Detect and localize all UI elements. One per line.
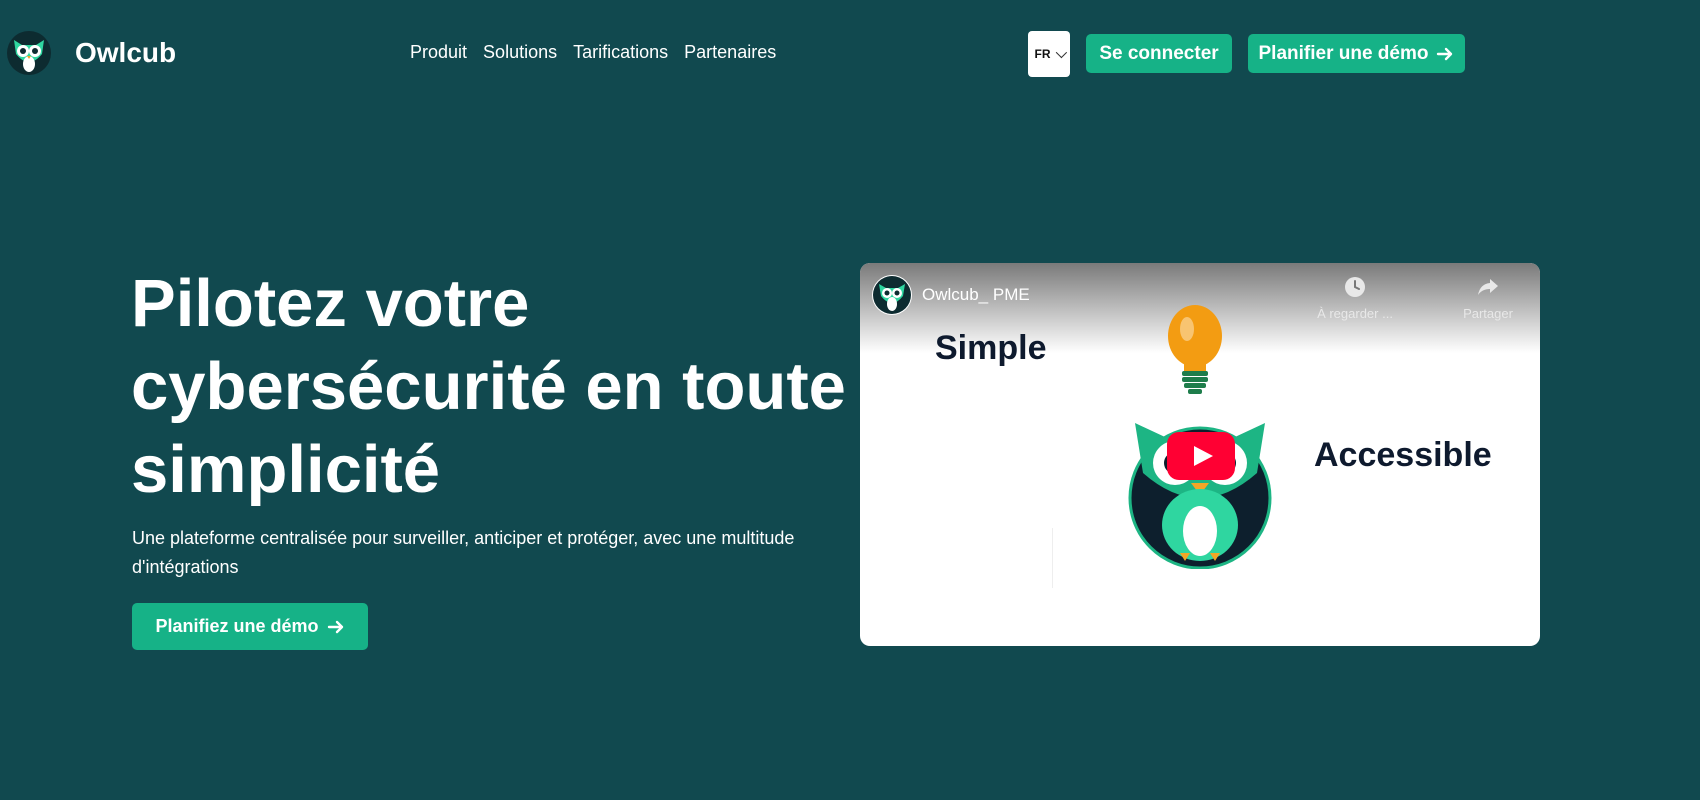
login-label: Se connecter [1099, 42, 1219, 64]
share-label: Partager [1463, 306, 1513, 321]
language-select[interactable]: FR [1028, 31, 1070, 77]
nav-item-produit[interactable]: Produit [410, 42, 467, 63]
arrow-right-icon [327, 620, 343, 633]
nav-item-solutions[interactable]: Solutions [483, 42, 557, 63]
brand-name[interactable]: Owlcub [75, 37, 176, 69]
hero-subtitle: Une plateforme centralisée pour surveill… [132, 528, 795, 577]
channel-title[interactable]: Owlcub_ PME [922, 285, 1030, 305]
schedule-demo-label: Planifier une démo [1258, 42, 1429, 64]
chevron-down-icon [1055, 46, 1067, 59]
arrow-right-icon [1437, 47, 1453, 60]
video-word-simple: Simple [935, 329, 1047, 367]
lightbulb-icon [1168, 305, 1222, 394]
video-player[interactable]: Owlcub_ PME À regarder ... Partager Simp… [860, 263, 1540, 646]
clock-icon [1345, 277, 1365, 297]
owl-logo-icon[interactable] [6, 30, 52, 76]
share-icon [1478, 279, 1498, 295]
video-word-accessible: Accessible [1314, 436, 1492, 474]
share-button[interactable]: Partager [1443, 275, 1533, 321]
hero-title: Pilotez votre cybersécurité en toute sim… [131, 266, 846, 507]
nav-item-partenaires[interactable]: Partenaires [684, 42, 776, 63]
owl-logo-icon [873, 276, 911, 314]
play-icon[interactable] [1167, 432, 1235, 480]
language-value: FR [1034, 47, 1051, 61]
login-button[interactable]: Se connecter [1086, 34, 1232, 73]
watch-later-button[interactable]: À regarder ... [1310, 275, 1400, 321]
main-nav: Produit Solutions Tarifications Partenai… [410, 42, 792, 63]
hero-demo-button[interactable]: Planifiez une démo [132, 603, 368, 650]
hero-demo-label: Planifiez une démo [155, 616, 319, 636]
nav-item-tarifications[interactable]: Tarifications [573, 42, 668, 63]
channel-avatar[interactable] [872, 275, 912, 315]
schedule-demo-button[interactable]: Planifier une démo [1248, 34, 1465, 73]
divider [1052, 528, 1053, 588]
watch-later-label: À regarder ... [1317, 306, 1393, 321]
